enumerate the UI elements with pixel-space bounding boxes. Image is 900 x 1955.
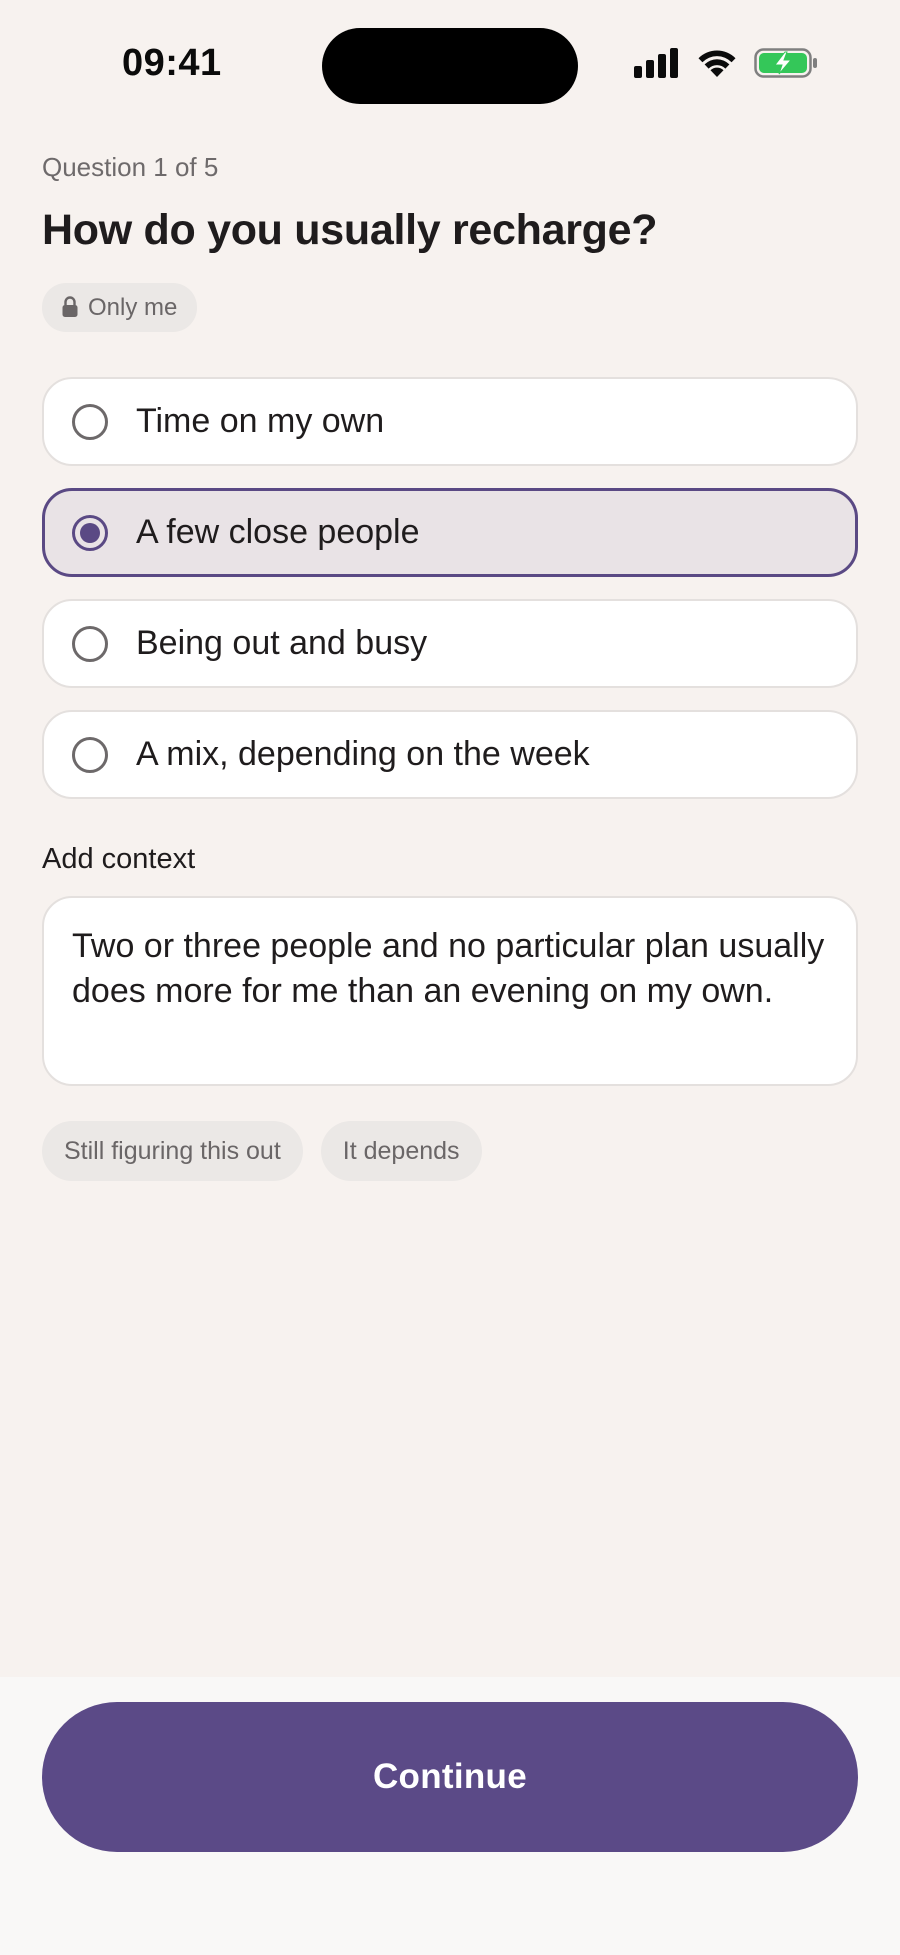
radio-button[interactable] bbox=[72, 736, 108, 773]
continue-button[interactable]: Continue bbox=[42, 1702, 858, 1852]
radio-button[interactable] bbox=[72, 625, 108, 662]
question-title: How do you usually recharge? bbox=[42, 206, 658, 254]
option-label: Time on my own bbox=[136, 402, 385, 440]
radio-button[interactable] bbox=[72, 403, 108, 440]
status-icons bbox=[634, 48, 818, 78]
question-progress: Question 1 of 5 bbox=[42, 152, 219, 182]
option-time-on-my-own[interactable]: Time on my own bbox=[42, 377, 858, 466]
option-label: Being out and busy bbox=[136, 624, 428, 662]
answer-options: Time on my own A few close people Being … bbox=[42, 377, 858, 799]
radio-button-selected[interactable] bbox=[72, 514, 108, 551]
status-bar: 09:41 bbox=[0, 0, 900, 130]
option-label: A few close people bbox=[136, 513, 420, 551]
lock-icon bbox=[62, 295, 78, 317]
suggestion-chip-still-figuring[interactable]: Still figuring this out bbox=[42, 1121, 303, 1181]
dynamic-island bbox=[322, 28, 578, 104]
context-textarea[interactable]: Two or three people and no particular pl… bbox=[42, 896, 858, 1086]
status-time: 09:41 bbox=[122, 42, 222, 84]
battery-charging-icon bbox=[754, 48, 817, 78]
option-a-mix[interactable]: A mix, depending on the week bbox=[42, 710, 858, 799]
privacy-label: Only me bbox=[88, 293, 178, 321]
suggestion-chips: Still figuring this out It depends bbox=[42, 1121, 482, 1181]
context-label: Add context bbox=[42, 843, 196, 875]
suggestion-chip-it-depends[interactable]: It depends bbox=[320, 1121, 482, 1181]
option-label: A mix, depending on the week bbox=[136, 735, 590, 773]
context-text: Two or three people and no particular pl… bbox=[72, 927, 825, 1010]
wifi-icon bbox=[698, 50, 736, 77]
cellular-signal-icon bbox=[634, 48, 678, 78]
option-being-out-and-busy[interactable]: Being out and busy bbox=[42, 599, 858, 688]
option-a-few-close-people[interactable]: A few close people bbox=[42, 488, 858, 577]
privacy-badge[interactable]: Only me bbox=[42, 283, 198, 332]
